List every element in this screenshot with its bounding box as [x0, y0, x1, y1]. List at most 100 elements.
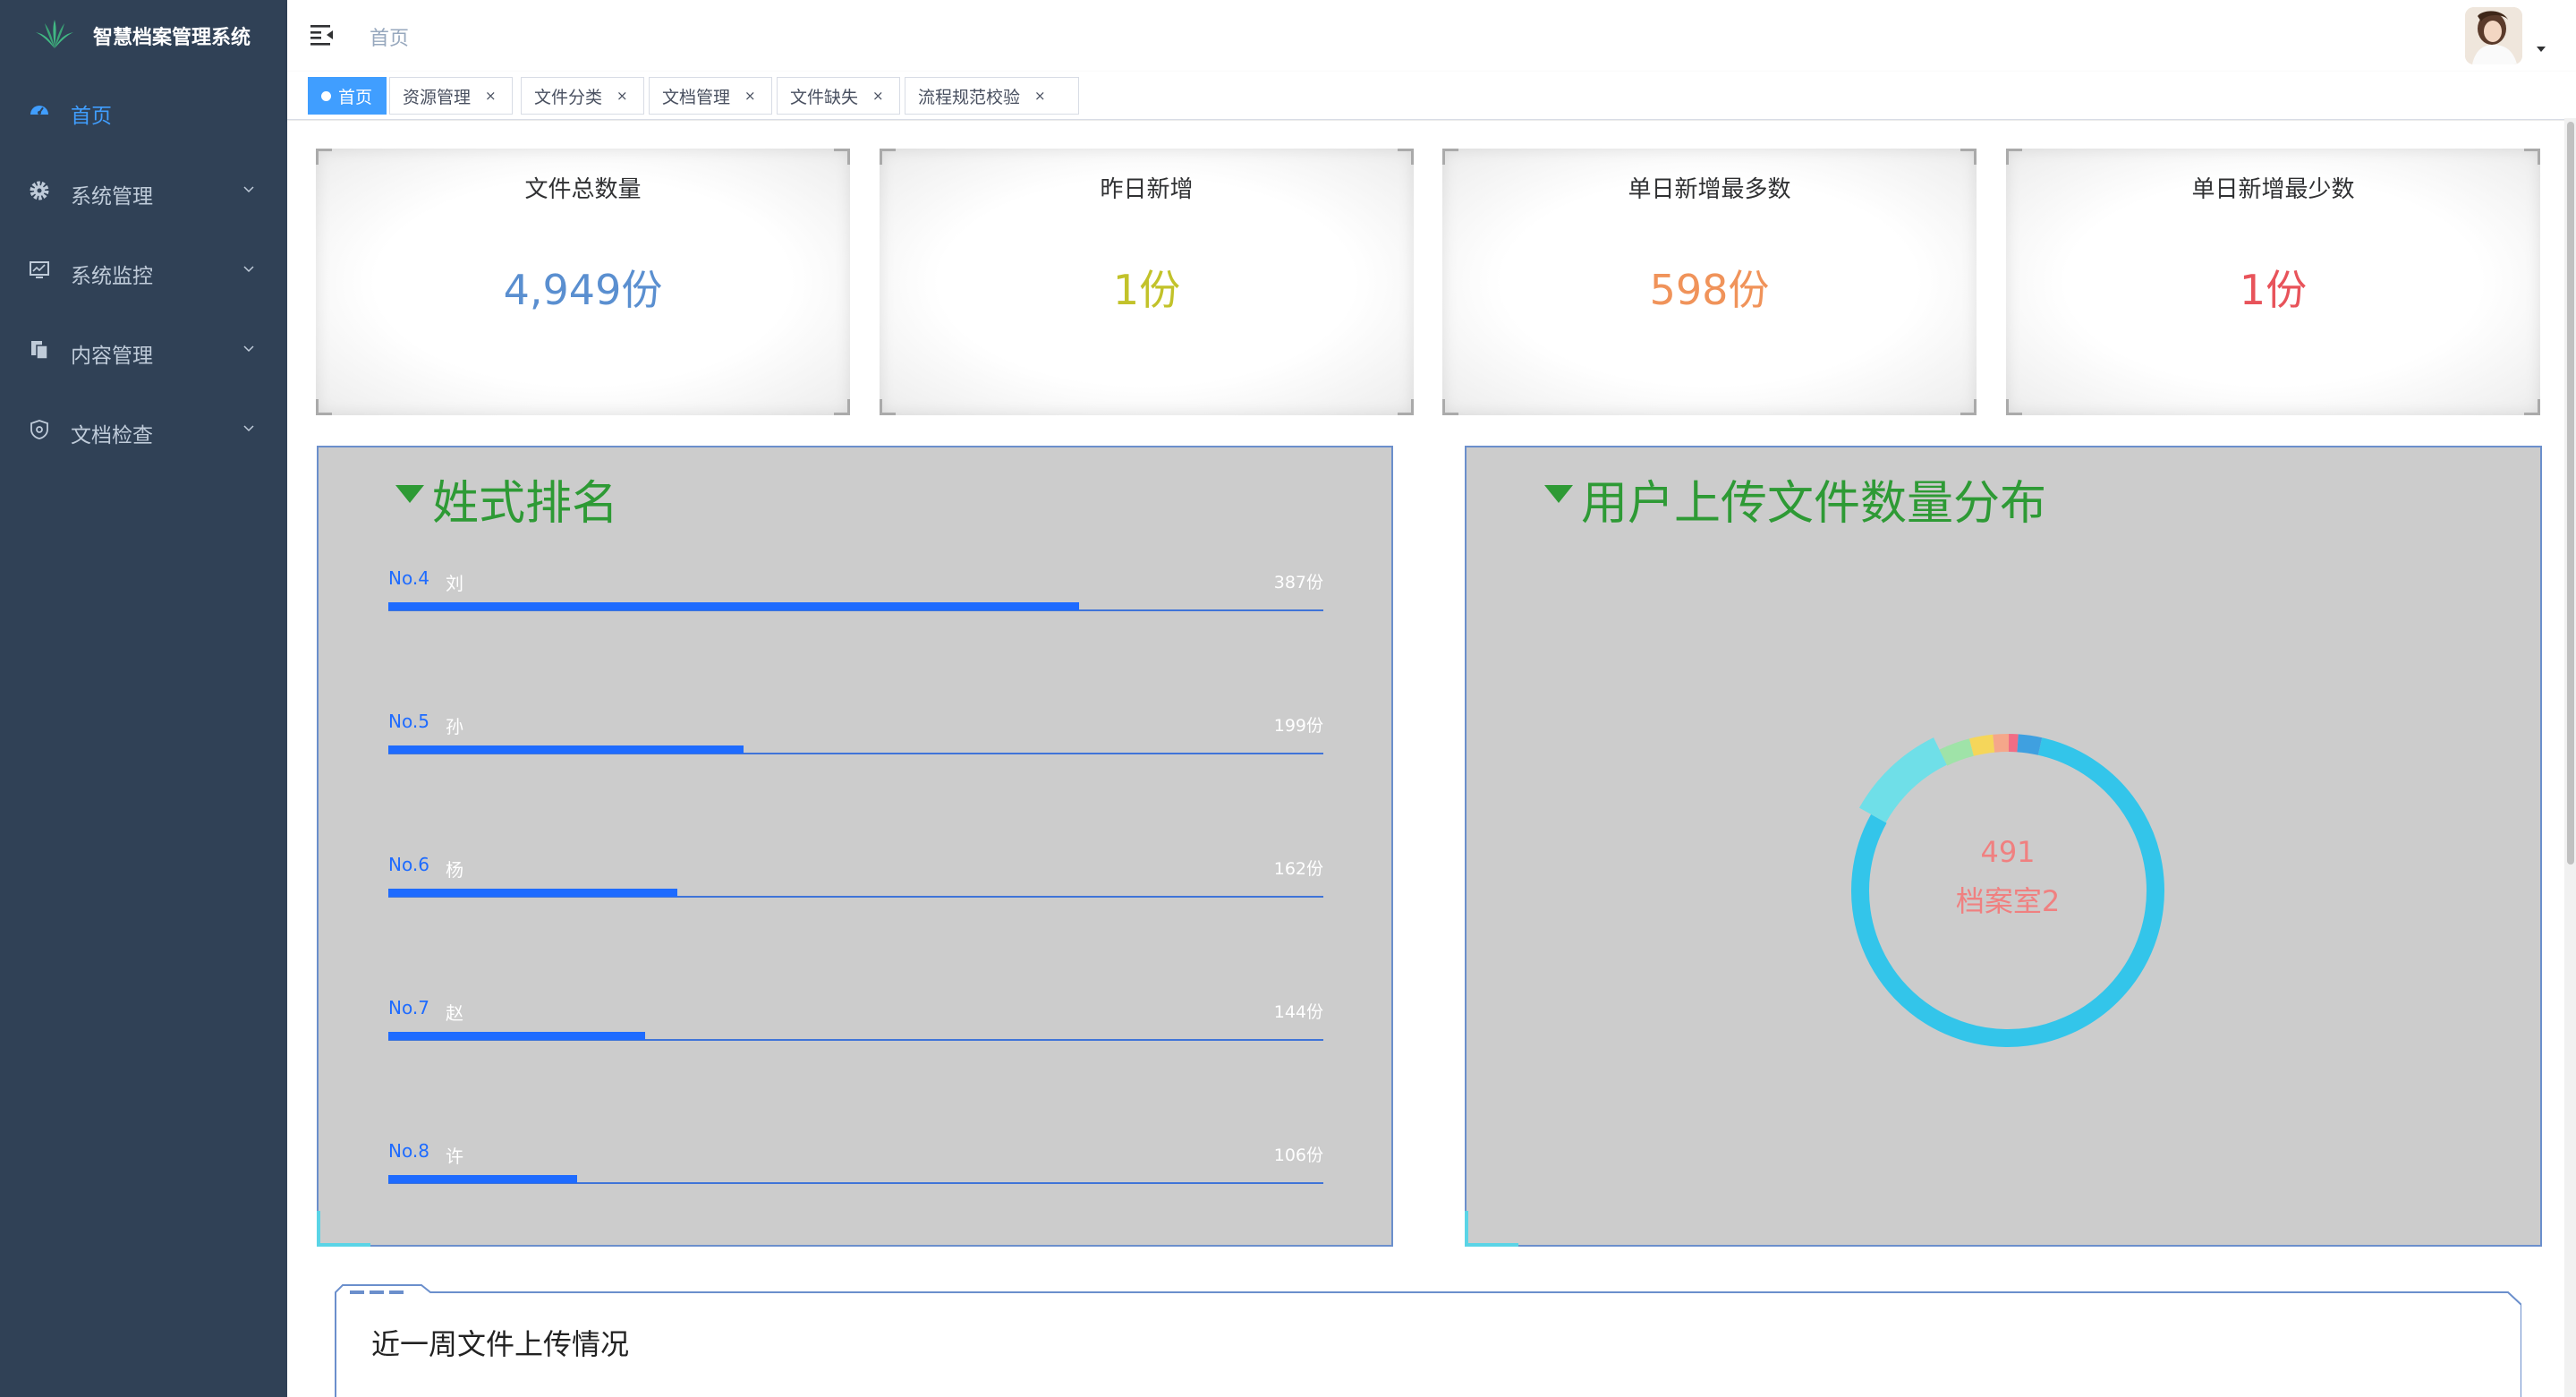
- rank-value: 387份: [1273, 573, 1323, 592]
- tags-view: 首页 资源管理 × 文件分类 × 文档管理 × 文件缺失 × 流程规范校验 ×: [287, 72, 2576, 120]
- rank-value: 106份: [1273, 1146, 1323, 1165]
- donut-slice[interactable]: [1968, 734, 1995, 756]
- logo[interactable]: 智慧档案管理系统: [0, 0, 287, 70]
- rank-item: No.7 赵 144份: [388, 997, 1323, 1042]
- sidebar-item-home[interactable]: 首页: [0, 72, 287, 152]
- close-icon[interactable]: ×: [872, 88, 884, 104]
- rank-value: 144份: [1273, 1002, 1323, 1022]
- sidebar-item-document-check[interactable]: 文档检查: [0, 391, 287, 472]
- donut-slice[interactable]: [1858, 737, 1948, 823]
- avatar-image: [2465, 7, 2522, 64]
- tag-label: 文档管理: [662, 87, 731, 107]
- tag-label: 文件缺失: [790, 87, 859, 107]
- logo-icon: [36, 20, 73, 48]
- tag-file-category[interactable]: 文件分类 ×: [521, 77, 644, 115]
- donut-center-label: 档案室2: [1955, 884, 2061, 918]
- navbar: 首页: [287, 0, 2576, 72]
- triangle-down-icon: [1544, 485, 1573, 503]
- tag-process-validation[interactable]: 流程规范校验 ×: [905, 77, 1079, 115]
- rank-item: No.8 许 106份: [388, 1140, 1323, 1185]
- triangle-down-icon: [395, 485, 424, 503]
- tag-label: 资源管理: [403, 87, 472, 107]
- sidebar: 智慧档案管理系统 首页 系统管理 系统监控 内容管理 文档检查: [0, 0, 287, 1397]
- rank-number: No.7: [388, 997, 429, 1018]
- close-icon[interactable]: ×: [485, 88, 497, 104]
- stat-card-daily-min: 单日新增最少数 1份: [2006, 149, 2540, 415]
- stat-card-daily-max: 单日新增最多数 598份: [1442, 149, 1977, 415]
- surname-ranking-panel: 姓式排名 No.4 刘 387份 No.5 孙 199份 No.6 杨 162份…: [317, 446, 1393, 1247]
- rank-number: No.4: [388, 567, 429, 589]
- tag-document-management[interactable]: 文档管理 ×: [649, 77, 772, 115]
- rank-bar: [388, 745, 744, 754]
- chevron-down-icon: [243, 266, 254, 273]
- stat-title: 单日新增最多数: [1628, 176, 1791, 203]
- avatar[interactable]: [2465, 7, 2522, 64]
- stat-value: 1份: [1112, 266, 1181, 314]
- sidebar-item-content-management[interactable]: 内容管理: [0, 311, 287, 392]
- close-icon[interactable]: ×: [1034, 88, 1046, 104]
- stat-value: 598份: [1649, 266, 1770, 314]
- app-root: 智慧档案管理系统 首页 系统管理 系统监控 内容管理 文档检查 首页 首页 资源…: [0, 0, 2576, 1397]
- rank-value: 162份: [1273, 859, 1323, 879]
- upload-distribution-panel: 用户上传文件数量分布 491 档案室2: [1465, 446, 2542, 1247]
- stat-title: 文件总数量: [524, 176, 642, 203]
- panel-title: 近一周文件上传情况: [371, 1327, 630, 1361]
- dashboard-icon: [30, 106, 48, 115]
- rank-item: No.6 杨 162份: [388, 854, 1323, 899]
- close-icon[interactable]: ×: [616, 88, 628, 104]
- rank-bar: [388, 889, 677, 897]
- chevron-down-icon: [243, 186, 254, 193]
- stat-title: 昨日新增: [1100, 176, 1194, 203]
- tag-home[interactable]: 首页: [308, 77, 387, 115]
- sidebar-item-label: 系统管理: [71, 185, 153, 209]
- donut-slice[interactable]: [1939, 738, 1975, 766]
- shield-check-icon: [30, 420, 48, 439]
- rank-name: 孙: [446, 716, 463, 737]
- rank-number: No.5: [388, 711, 429, 732]
- stat-card-total-files: 文件总数量 4,949份: [316, 149, 850, 415]
- scrollbar-thumb[interactable]: [2567, 122, 2574, 865]
- rank-item: No.4 刘 387份: [388, 567, 1323, 612]
- gear-icon: [30, 181, 49, 200]
- sidebar-item-label: 内容管理: [71, 345, 153, 368]
- sidebar-item-label: 文档检查: [71, 424, 153, 447]
- panel-title: 用户上传文件数量分布: [1581, 477, 2047, 531]
- close-icon[interactable]: ×: [744, 88, 756, 104]
- stat-card-yesterday: 昨日新增 1份: [880, 149, 1414, 415]
- active-dot-icon: [321, 90, 331, 101]
- donut-center-value: 491: [1980, 835, 2036, 869]
- hamburger-icon[interactable]: [309, 22, 336, 47]
- sidebar-item-system-monitor[interactable]: 系统监控: [0, 232, 287, 312]
- chevron-down-icon: [243, 345, 254, 353]
- chevron-down-icon: [243, 425, 254, 432]
- tag-missing-files[interactable]: 文件缺失 ×: [777, 77, 900, 115]
- rank-name: 刘: [446, 573, 463, 594]
- weekly-upload-panel: [335, 1284, 2521, 1397]
- documents-icon: [31, 341, 48, 360]
- rank-bar: [388, 1032, 645, 1040]
- rank-value: 199份: [1273, 716, 1323, 736]
- tag-label: 文件分类: [534, 87, 603, 107]
- sidebar-item-label: 系统监控: [71, 265, 153, 288]
- stat-title: 单日新增最少数: [2191, 176, 2355, 203]
- monitor-icon: [30, 261, 49, 278]
- sidebar-item-system-management[interactable]: 系统管理: [0, 152, 287, 233]
- tag-label: 首页: [338, 87, 373, 107]
- rank-bar: [388, 602, 1079, 610]
- caret-down-icon[interactable]: [2535, 45, 2547, 54]
- breadcrumb[interactable]: 首页: [370, 22, 409, 51]
- donut-slice[interactable]: [2017, 734, 2043, 755]
- rank-name: 赵: [446, 1002, 463, 1024]
- sidebar-item-label: 首页: [71, 105, 112, 128]
- rank-number: No.6: [388, 854, 429, 875]
- panel-title: 姓式排名: [432, 477, 619, 531]
- rank-bar: [388, 1175, 577, 1183]
- rank-item: No.5 孙 199份: [388, 711, 1323, 755]
- rank-name: 杨: [446, 859, 463, 881]
- tag-resource-management[interactable]: 资源管理 ×: [389, 77, 513, 115]
- app-title: 智慧档案管理系统: [93, 27, 251, 49]
- rank-number: No.8: [388, 1140, 429, 1162]
- stat-value: 4,949份: [503, 266, 663, 314]
- donut-slice[interactable]: [1993, 734, 2010, 753]
- rank-name: 许: [446, 1146, 463, 1167]
